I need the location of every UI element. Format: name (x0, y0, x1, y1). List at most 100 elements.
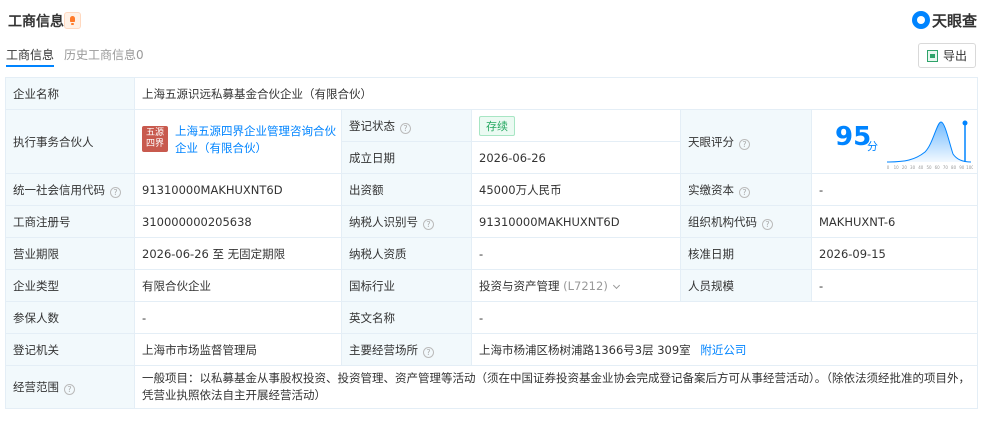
table-row: 执行事务合伙人 五源四界 上海五源四界企业管理咨询合伙企业（有限合伙） 登记状态… (5, 109, 978, 174)
score-axis-tick: 100 (966, 165, 973, 170)
score-unit: 分 (867, 139, 878, 153)
table-row: 统一社会信用代码? 91310000MAKHUXNT6D 出资额 45000万人… (5, 173, 978, 206)
reg-no-value: 310000000205638 (134, 205, 342, 238)
score-axis-tick: 90 (959, 165, 965, 170)
english-name-label: 英文名称 (341, 301, 472, 334)
paid-capital-value: - (811, 173, 978, 206)
staff-size-value: - (811, 269, 978, 302)
capital-label: 出资额 (341, 173, 472, 206)
capital-value: 45000万人民币 (471, 173, 681, 206)
score-value: 95 (835, 121, 872, 152)
score-axis-tick: 40 (918, 165, 924, 170)
partner-link[interactable]: 上海五源四界企业管理咨询合伙企业（有限合伙） (175, 123, 337, 157)
staff-size-label: 人员规模 (680, 269, 812, 302)
org-code-label-cell: 组织机构代码? (680, 205, 812, 238)
score-axis-tick: 80 (951, 165, 957, 170)
paid-capital-label-cell: 实缴资本? (680, 173, 812, 206)
taxpayer-qual-label: 纳税人资质 (341, 237, 472, 270)
reg-no-label: 工商注册号 (5, 205, 135, 238)
tab-history-info[interactable]: 历史工商信息0 (64, 46, 144, 63)
tianyancha-logo: 天眼查 (911, 10, 977, 30)
table-row: 企业类型 有限合伙企业 国标行业 投资与资产管理 (L7212) 人员规模 - (5, 269, 978, 302)
found-date-label: 成立日期 (341, 141, 472, 174)
score-axis-tick: 70 (943, 165, 949, 170)
help-icon[interactable]: ? (110, 186, 121, 198)
scope-label-cell: 经营范围? (5, 365, 135, 409)
authority-label: 登记机关 (5, 333, 135, 366)
address-label-cell: 主要经营场所? (341, 333, 472, 366)
table-row: 参保人数 - 英文名称 - (5, 301, 978, 334)
export-label: 导出 (942, 49, 967, 63)
industry-cell[interactable]: 投资与资产管理 (L7212) (471, 269, 681, 302)
company-name-label: 企业名称 (5, 77, 135, 110)
paid-capital-label: 实缴资本 (688, 182, 734, 197)
partner-label: 执行事务合伙人 (5, 109, 135, 174)
score-label-cell: 天眼评分? (680, 109, 812, 174)
score-distribution-chart: 0 102030405060708090100 (887, 120, 973, 170)
tab-business-info[interactable]: 工商信息 (6, 46, 55, 67)
help-icon[interactable]: ? (423, 218, 434, 230)
nearby-companies-link[interactable]: 附近公司 (700, 343, 746, 357)
bell-icon[interactable] (64, 12, 81, 29)
help-icon[interactable]: ? (64, 384, 75, 395)
reg-status-cell: 存续 (471, 109, 681, 142)
taxpayer-id-label: 纳税人识别号 (349, 214, 418, 229)
help-icon[interactable]: ? (762, 218, 773, 230)
approve-date-value: 2026-09-15 (811, 237, 978, 270)
help-icon[interactable]: ? (400, 122, 411, 134)
credit-code-label: 统一社会信用代码 (13, 182, 105, 197)
taxpayer-qual-value: - (471, 237, 681, 270)
scope-label: 经营范围 (13, 380, 59, 394)
approve-date-label: 核准日期 (680, 237, 812, 270)
industry-code: (L7212) (563, 278, 608, 293)
export-button[interactable]: 导出 (918, 43, 976, 68)
term-value: 2026-06-26 至 无固定期限 (134, 237, 342, 270)
credit-code-value: 91310000MAKHUXNT6D (134, 173, 342, 206)
company-name-value: 上海五源识远私募基金合伙企业（有限合伙） (134, 77, 978, 110)
score-axis-tick: 50 (926, 165, 932, 170)
score-cell: 95 分 0 102030405060708090100 (811, 109, 978, 174)
logo-icon (911, 11, 930, 29)
reg-status-label: 登记状态 (349, 118, 395, 133)
company-type-value: 有限合伙企业 (134, 269, 342, 302)
org-code-value: MAKHUXNT-6 (811, 205, 978, 238)
score-axis-tick: 20 (902, 165, 908, 170)
company-type-label: 企业类型 (5, 269, 135, 302)
help-icon[interactable]: ? (739, 138, 750, 150)
term-label: 营业期限 (5, 237, 135, 270)
address-cell: 上海市杨浦区杨树浦路1366号3层 309室 附近公司 (471, 333, 978, 366)
excel-icon (926, 49, 938, 62)
partner-logo[interactable]: 五源四界 (142, 125, 168, 152)
help-icon[interactable]: ? (739, 186, 750, 198)
org-code-label: 组织机构代码 (688, 214, 757, 229)
table-row: 工商注册号 310000000205638 纳税人识别号? 91310000MA… (5, 205, 978, 238)
score-axis-tick: 60 (935, 165, 941, 170)
score-axis-tick: 30 (910, 165, 916, 170)
english-name-value: - (471, 301, 978, 334)
credit-code-label-cell: 统一社会信用代码? (5, 173, 135, 206)
partner-cell: 五源四界 上海五源四界企业管理咨询合伙企业（有限合伙） (134, 109, 342, 174)
score-label: 天眼评分 (688, 134, 734, 149)
address-label: 主要经营场所 (349, 342, 418, 357)
scope-value: 一般项目：以私募基金从事股权投资、投资管理、资产管理等活动（须在中国证券投资基金… (134, 365, 978, 409)
chevron-down-icon[interactable] (612, 281, 620, 289)
industry-value: 投资与资产管理 (479, 278, 560, 293)
table-row: 营业期限 2026-06-26 至 无固定期限 纳税人资质 - 核准日期 202… (5, 237, 978, 270)
table-row: 登记机关 上海市市场监督管理局 主要经营场所? 上海市杨浦区杨树浦路1366号3… (5, 333, 978, 366)
taxpayer-id-value: 91310000MAKHUXNT6D (471, 205, 681, 238)
score-axis-tick: 0 (887, 165, 890, 170)
reg-status-label-cell: 登记状态? (341, 109, 472, 142)
section-title: 工商信息 (8, 14, 64, 30)
table-row: 企业名称 上海五源识远私募基金合伙企业（有限合伙） (5, 77, 978, 110)
taxpayer-id-label-cell: 纳税人识别号? (341, 205, 472, 238)
insured-value: - (134, 301, 342, 334)
table-row: 经营范围? 一般项目：以私募基金从事股权投资、投资管理、资产管理等活动（须在中国… (5, 365, 978, 409)
section-header: 工商信息 天眼查 (8, 8, 979, 32)
status-badge: 存续 (479, 115, 515, 136)
authority-value: 上海市市场监督管理局 (134, 333, 342, 366)
business-info-table: 企业名称 上海五源识远私募基金合伙企业（有限合伙） 执行事务合伙人 五源四界 上… (5, 77, 978, 409)
help-icon[interactable]: ? (423, 346, 434, 358)
industry-label: 国标行业 (341, 269, 472, 302)
insured-label: 参保人数 (5, 301, 135, 334)
found-date-value: 2026-06-26 (471, 141, 681, 174)
